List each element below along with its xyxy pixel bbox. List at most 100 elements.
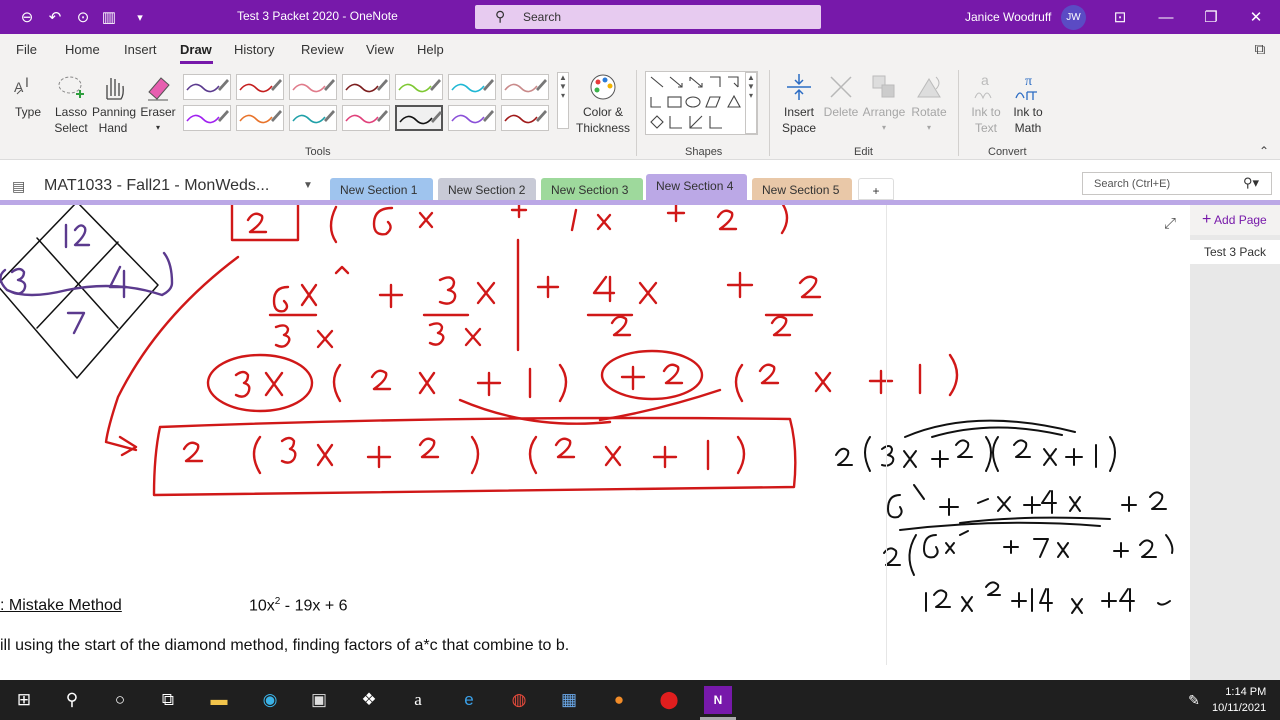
rotate-button[interactable]: Rotate ▾ xyxy=(908,70,950,136)
tab-new-section-1[interactable]: New Section 1 xyxy=(330,178,433,200)
task-view-icon[interactable]: ⧉ xyxy=(154,686,182,714)
math-label: Math xyxy=(1014,121,1042,135)
delete-button[interactable]: Delete xyxy=(822,70,860,120)
pen-swatch[interactable] xyxy=(395,74,443,100)
internet-explorer-icon[interactable]: e xyxy=(455,686,483,714)
restore-icon[interactable]: ❐ xyxy=(1201,7,1221,27)
page-item[interactable]: Test 3 Pack xyxy=(1190,240,1280,264)
close-icon[interactable]: ✕ xyxy=(1246,7,1266,27)
select-label: Select xyxy=(54,121,88,135)
minimize-icon[interactable]: — xyxy=(1156,7,1176,27)
eraser-button[interactable]: Eraser ▾ xyxy=(139,70,177,136)
search-icon: ⚲ xyxy=(495,8,506,24)
tab-history[interactable]: History xyxy=(234,42,274,57)
pen-swatch[interactable] xyxy=(183,105,231,131)
clock-date: 10/11/2021 xyxy=(1212,702,1267,714)
amazon-icon[interactable]: a xyxy=(404,686,432,714)
record-icon[interactable]: ⬤ xyxy=(655,686,683,714)
pen-gallery-scroll[interactable]: ▲ ▼ ▾ xyxy=(557,72,569,129)
section-bar: ▤ MAT1033 - Fall21 - MonWeds... ▼ New Se… xyxy=(0,171,1280,201)
color-thickness-button[interactable]: Color & Thickness xyxy=(576,70,630,136)
ink-to-math-icon: π xyxy=(1008,70,1048,104)
notebook-dropdown-icon[interactable]: ▼ xyxy=(303,180,313,191)
forward-icon[interactable]: ⊙ xyxy=(73,7,93,27)
avatar[interactable]: JW xyxy=(1061,5,1086,30)
app-icon[interactable]: ▦ xyxy=(555,686,583,714)
pen-swatch[interactable] xyxy=(342,105,390,131)
tab-help[interactable]: Help xyxy=(417,42,444,57)
shapes-gallery[interactable] xyxy=(645,71,758,135)
arrange-dropdown-icon: ▾ xyxy=(881,123,886,132)
search-icon[interactable]: ⚲ xyxy=(58,686,86,714)
lasso-select-button[interactable]: Lasso Select xyxy=(52,70,90,136)
quadratic-expression: 10x2 - 19x + 6 xyxy=(249,596,348,615)
panning-hand-button[interactable]: Panning Hand xyxy=(92,70,136,136)
pen-swatch[interactable] xyxy=(236,74,284,100)
pen-swatch[interactable] xyxy=(236,105,284,131)
taskbar: ⊞ ⚲ ○ ⧉ ▬ ◉ ▣ ❖ a e ◍ ▦ ● ⬤ N ✎ 1:14 PM … xyxy=(0,680,1280,720)
back-icon[interactable]: ⊖ xyxy=(17,7,37,27)
arrange-icon xyxy=(862,70,906,104)
color-label: Color & xyxy=(582,105,623,119)
type-button[interactable]: AI Type xyxy=(10,70,46,120)
pen-swatch[interactable] xyxy=(448,105,496,131)
menu-bar: File Home Insert Draw History Review Vie… xyxy=(0,34,1280,64)
ink-to-text-button[interactable]: a Ink to Text xyxy=(966,70,1006,136)
notebook-name[interactable]: MAT1033 - Fall21 - MonWeds... xyxy=(44,177,269,195)
windows-start-icon[interactable]: ⊞ xyxy=(10,686,38,714)
eraser-dropdown-icon: ▾ xyxy=(155,123,160,132)
undo-icon[interactable]: ↶ xyxy=(45,7,65,27)
instruction-text: ill using the start of the diamond metho… xyxy=(0,637,570,654)
firefox-icon[interactable]: ● xyxy=(605,686,633,714)
ribbon-display-icon[interactable]: ⊡ xyxy=(1110,7,1130,27)
title-bar: ⊖ ↶ ⊙ ▥ ▾ Test 3 Packet 2020 - OneNote ⚲… xyxy=(0,0,1280,34)
tab-file[interactable]: File xyxy=(16,42,37,57)
clock[interactable]: 1:14 PM 10/11/2021 xyxy=(1212,684,1266,716)
cortana-icon[interactable]: ○ xyxy=(106,686,134,714)
tab-new-section-4[interactable]: New Section 4 xyxy=(646,174,747,200)
divider xyxy=(958,70,959,156)
tab-draw[interactable]: Draw xyxy=(180,42,212,57)
tab-view[interactable]: View xyxy=(366,42,394,57)
pen-swatch[interactable] xyxy=(501,105,549,131)
add-section-button[interactable]: + xyxy=(858,178,894,200)
arrange-button[interactable]: Arrange ▾ xyxy=(862,70,906,136)
shapes-gallery-scroll[interactable]: ▲ ▼ ▾ xyxy=(745,72,757,134)
insert-label: Insert xyxy=(783,105,814,119)
lasso-label: Lasso xyxy=(54,105,88,119)
add-page-button[interactable]: + Add Page xyxy=(1190,205,1280,235)
onenote-icon[interactable]: N xyxy=(704,686,732,714)
method-heading: : Mistake Method xyxy=(0,597,122,615)
pen-swatch[interactable] xyxy=(289,105,337,131)
pen-icon[interactable]: ✎ xyxy=(1180,686,1208,714)
pen-swatch[interactable] xyxy=(395,105,443,131)
notebook-icon[interactable]: ⧉ xyxy=(1250,39,1270,59)
edge-icon[interactable]: ◉ xyxy=(256,686,284,714)
pen-swatch[interactable] xyxy=(501,74,549,100)
page-search-placeholder: Search (Ctrl+E) xyxy=(1094,178,1171,190)
tab-new-section-2[interactable]: New Section 2 xyxy=(438,178,536,200)
page-search-box[interactable]: Search (Ctrl+E) ⚲▾ xyxy=(1082,172,1272,195)
pen-swatch[interactable] xyxy=(448,74,496,100)
quick-access-dropdown-icon[interactable]: ▾ xyxy=(130,7,150,27)
expand-icon[interactable]: ⤢ xyxy=(1164,215,1176,232)
user-name[interactable]: Janice Woodruff xyxy=(965,10,1051,24)
pen-swatch[interactable] xyxy=(289,74,337,100)
collapse-ribbon-icon[interactable]: ⌃ xyxy=(1259,144,1269,158)
pen-swatch[interactable] xyxy=(342,74,390,100)
file-explorer-icon[interactable]: ▬ xyxy=(205,686,233,714)
dock-icon[interactable]: ▥ xyxy=(99,7,119,27)
dropbox-icon[interactable]: ❖ xyxy=(355,686,383,714)
search-box[interactable]: ⚲ Search xyxy=(475,5,821,29)
page-canvas[interactable]: : Mistake Method 10x2 - 19x + 6 ill usin… xyxy=(0,205,1190,680)
tab-insert[interactable]: Insert xyxy=(124,42,157,57)
store-icon[interactable]: ▣ xyxy=(305,686,333,714)
tab-new-section-5[interactable]: New Section 5 xyxy=(752,178,852,200)
insert-space-button[interactable]: Insert Space xyxy=(778,70,820,136)
ink-to-math-button[interactable]: π Ink to Math xyxy=(1008,70,1048,136)
tab-new-section-3[interactable]: New Section 3 xyxy=(541,178,643,200)
tab-review[interactable]: Review xyxy=(301,42,344,57)
tab-home[interactable]: Home xyxy=(65,42,100,57)
pen-swatch[interactable] xyxy=(183,74,231,100)
chrome-icon[interactable]: ◍ xyxy=(505,686,533,714)
